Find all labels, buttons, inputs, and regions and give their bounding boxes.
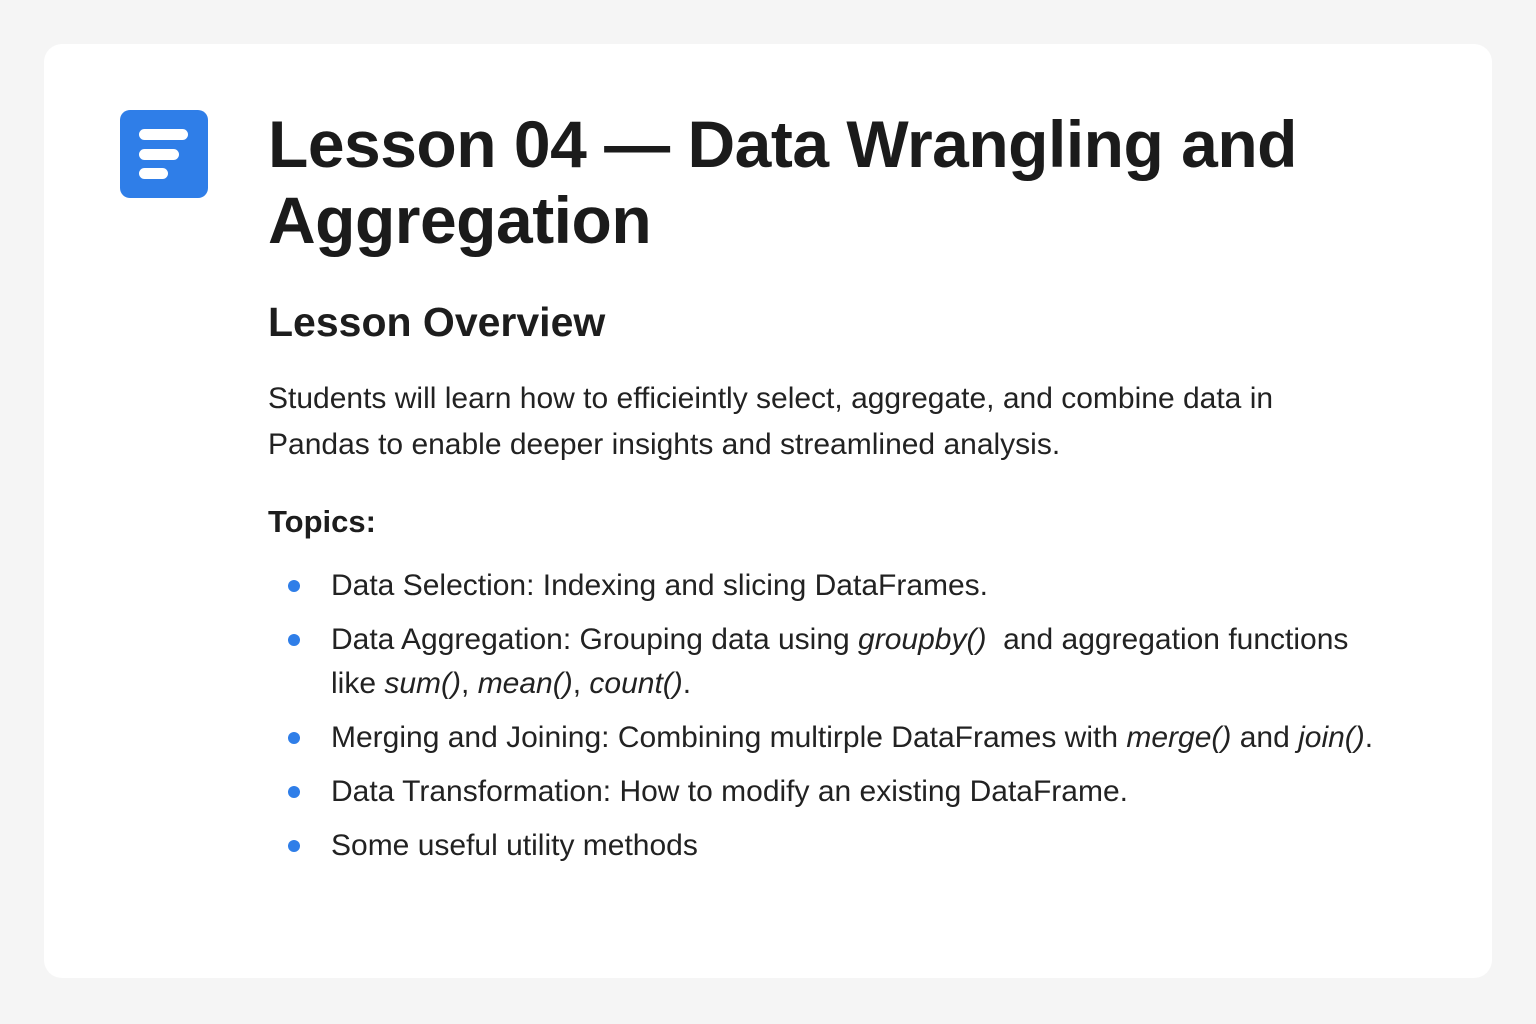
method-mean: mean() [477, 667, 573, 700]
topic-text: . [682, 667, 692, 700]
method-merge: merge() [1126, 721, 1232, 754]
lesson-content: Lesson 04 — Data Wrangling and Aggregati… [268, 106, 1378, 878]
topic-text: . [1364, 721, 1374, 754]
topic-item-utility-methods: Some useful utility methods [268, 824, 1378, 868]
document-lines-icon [120, 110, 208, 198]
bullet-icon [288, 634, 300, 646]
topic-text: Merging and Joining: Combining multirple… [331, 721, 1127, 754]
topic-text: and [1231, 721, 1299, 754]
bullet-icon [288, 786, 300, 798]
topic-text: Data Selection: Indexing and slicing Dat… [331, 569, 989, 602]
topic-item-data-selection: Data Selection: Indexing and slicing Dat… [268, 564, 1378, 608]
overview-heading: Lesson Overview [268, 299, 606, 345]
topic-text: Data Aggregation: Grouping data using [331, 623, 859, 656]
topic-text: Data Transformation: How to modify an ex… [331, 775, 1128, 808]
bullet-icon [288, 580, 300, 592]
method-sum: sum() [384, 667, 462, 700]
topic-text: Some useful utility methods [331, 829, 698, 862]
lesson-card: Lesson 04 — Data Wrangling and Aggregati… [44, 44, 1492, 978]
topic-item-merging-joining: Merging and Joining: Combining multirple… [268, 716, 1378, 760]
method-join: join() [1298, 721, 1365, 754]
topics-heading: Topics: [268, 504, 376, 539]
topic-text: , [572, 667, 590, 700]
topic-item-data-aggregation: Data Aggregation: Grouping data using gr… [268, 618, 1378, 706]
overview-text: Students will learn how to efficieintly … [268, 382, 1274, 461]
topic-item-data-transformation: Data Transformation: How to modify an ex… [268, 770, 1378, 814]
method-groupby: groupby() [858, 623, 987, 656]
topics-list: Data Selection: Indexing and slicing Dat… [268, 564, 1378, 868]
lesson-title: Lesson 04 — Data Wrangling and Aggregati… [268, 107, 1297, 257]
topic-text: , [461, 667, 478, 700]
method-count: count() [589, 667, 683, 700]
bullet-icon [288, 732, 300, 744]
bullet-icon [288, 840, 300, 852]
